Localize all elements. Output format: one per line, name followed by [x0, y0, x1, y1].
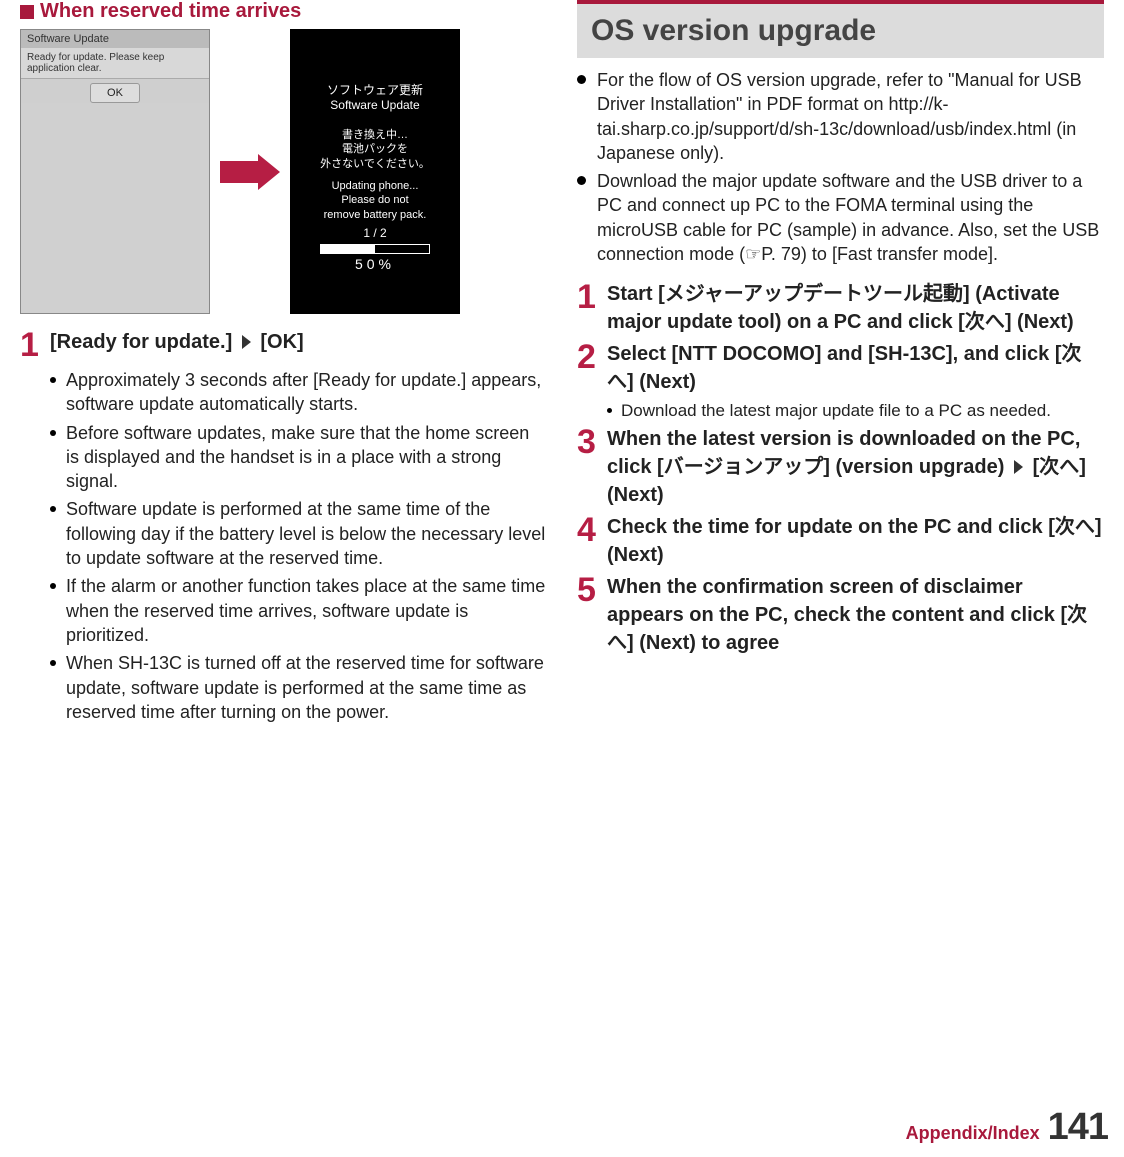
shot1-header: Software Update [21, 30, 209, 48]
step-head-a: [Ready for update.] [50, 331, 232, 353]
step-number: 3 [577, 425, 607, 459]
triangle-icon [1014, 460, 1023, 474]
screenshot-updating: ソフトウェア更新 Software Update 書き換え中… 電池パックを 外… [290, 29, 460, 314]
shot2-en-title: Software Update [330, 98, 419, 112]
arrow-icon [220, 154, 280, 190]
shot2-percent: 50% [355, 256, 395, 272]
shot1-body [21, 103, 209, 313]
right-step-2: 2 Select [NTT DOCOMO] and [SH-13C], and … [577, 340, 1104, 396]
shot2-jp-title: ソフトウェア更新 [327, 81, 423, 98]
list-item: If the alarm or another function takes p… [50, 574, 547, 647]
right-step-4: 4 Check the time for update on the PC an… [577, 513, 1104, 569]
left-column: When reserved time arrives Software Upda… [20, 0, 547, 728]
sub-bullet-list: Download the latest major update file to… [607, 400, 1104, 423]
list-item: When SH-13C is turned off at the reserve… [50, 651, 547, 724]
left-bullet-list: Approximately 3 seconds after [Ready for… [50, 368, 547, 724]
shot2-count: 1 / 2 [363, 226, 386, 240]
heading-text: When reserved time arrives [40, 0, 301, 23]
step-head-b: [OK] [260, 331, 303, 353]
list-item: Approximately 3 seconds after [Ready for… [50, 368, 547, 417]
right-step-5: 5 When the confirmation screen of discla… [577, 573, 1104, 657]
square-marker-icon [20, 5, 34, 19]
shot2-en-msg: Updating phone... Please do not remove b… [324, 179, 427, 222]
os-upgrade-title-bar: OS version upgrade [577, 0, 1104, 58]
screenshot-row: Software Update Ready for update. Please… [20, 29, 547, 314]
intro-bullet-list: For the flow of OS version upgrade, refe… [577, 68, 1104, 266]
step-number: 2 [577, 340, 607, 374]
shot1-message: Ready for update. Please keep applicatio… [21, 48, 209, 79]
left-step-1: 1 [Ready for update.] [OK] [20, 328, 547, 362]
step-heading: Check the time for update on the PC and … [607, 513, 1104, 569]
step-2-body: Download the latest major update file to… [607, 400, 1104, 423]
list-item: Before software updates, make sure that … [50, 421, 547, 494]
step-heading: When the confirmation screen of disclaim… [607, 573, 1104, 657]
step-heading: When the latest version is downloaded on… [607, 425, 1104, 509]
list-item: Download the major update software and t… [577, 169, 1104, 266]
step-number: 1 [577, 280, 607, 314]
reserved-time-heading: When reserved time arrives [20, 0, 547, 23]
shot2-jp-msg: 書き換え中… 電池パックを 外さないでください。 [320, 128, 430, 171]
step-number: 5 [577, 573, 607, 607]
list-item: For the flow of OS version upgrade, refe… [577, 68, 1104, 165]
page-number: 141 [1048, 1106, 1108, 1149]
triangle-icon [242, 335, 251, 349]
shot1-ok-button: OK [90, 83, 140, 103]
progress-bar [320, 244, 430, 254]
screenshot-ready-update: Software Update Ready for update. Please… [20, 29, 210, 314]
footer-section-label: Appendix/Index [906, 1123, 1040, 1144]
right-step-3: 3 When the latest version is downloaded … [577, 425, 1104, 509]
step-heading: Start [メジャーアップデートツール起動] (Activate major … [607, 280, 1104, 336]
step-number: 1 [20, 328, 50, 362]
step-head-a: When the latest version is downloaded on… [607, 428, 1080, 478]
step-heading: [Ready for update.] [OK] [50, 328, 304, 356]
os-upgrade-title: OS version upgrade [591, 14, 1090, 48]
step-number: 4 [577, 513, 607, 547]
list-item: Download the latest major update file to… [607, 400, 1104, 423]
right-step-1: 1 Start [メジャーアップデートツール起動] (Activate majo… [577, 280, 1104, 336]
step-heading: Select [NTT DOCOMO] and [SH-13C], and cl… [607, 340, 1104, 396]
list-item: Software update is performed at the same… [50, 497, 547, 570]
page-footer: Appendix/Index 141 [906, 1106, 1108, 1149]
right-column: OS version upgrade For the flow of OS ve… [577, 0, 1104, 728]
